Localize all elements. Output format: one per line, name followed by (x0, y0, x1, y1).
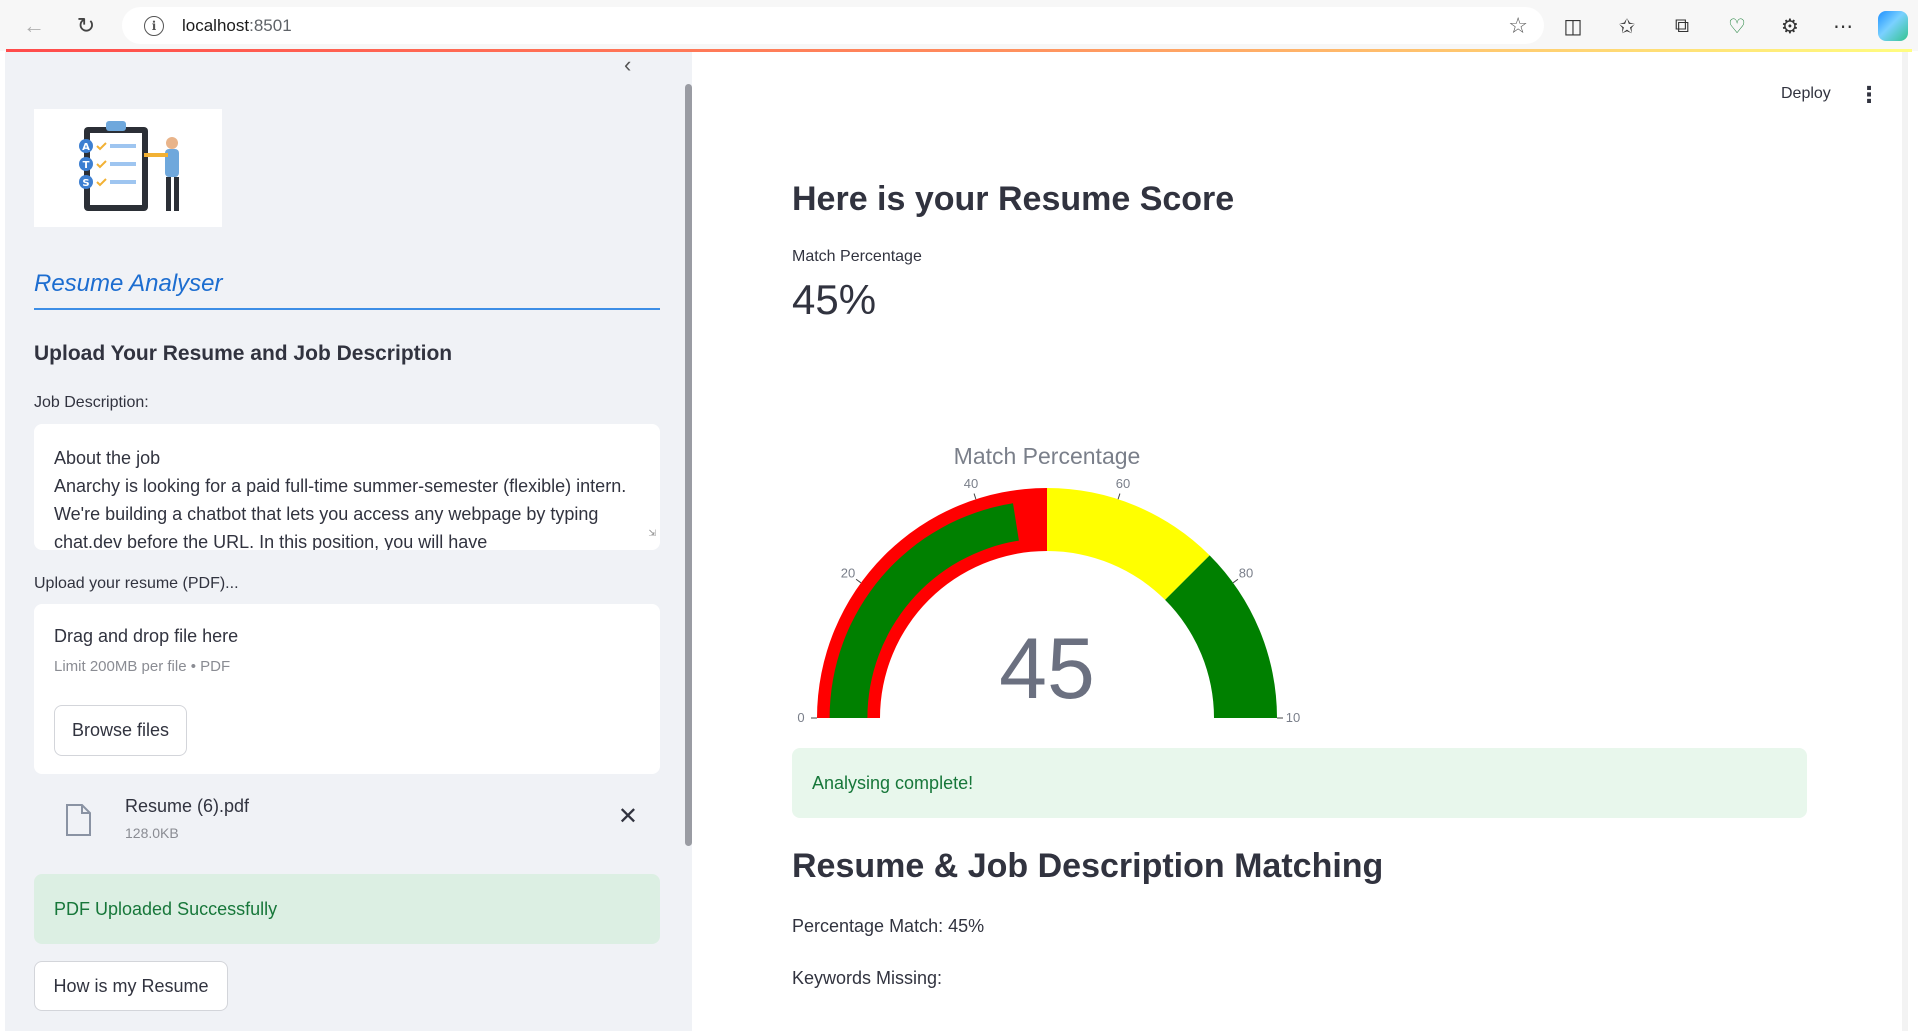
browse-files-button[interactable]: Browse files (54, 705, 187, 756)
job-description-textarea[interactable]: About the job Anarchy is looking for a p… (34, 424, 660, 550)
gauge-tick (1117, 493, 1121, 500)
copilot-icon[interactable] (1878, 11, 1908, 41)
file-icon (66, 804, 91, 836)
ats-logo-image: A T S (34, 109, 222, 227)
favorite-star-icon[interactable]: ☆ (1508, 13, 1528, 39)
deploy-button[interactable]: Deploy (1781, 85, 1831, 103)
metric-label: Match Percentage (792, 248, 922, 265)
sidebar-scrollbar[interactable] (685, 84, 692, 846)
file-name: Resume (6).pdf (125, 796, 250, 816)
dropzone-title: Drag and drop file here (54, 626, 239, 646)
gauge-tick-label: 20 (841, 565, 855, 580)
gauge-tick-label: 60 (1116, 476, 1130, 491)
job-description-text: About the job Anarchy is looking for a p… (54, 448, 627, 550)
gauge-title: Match Percentage (954, 443, 1141, 469)
resize-handle-icon[interactable]: ⇲ (648, 519, 656, 547)
site-info-icon[interactable]: i (144, 15, 164, 36)
percentage-match-text: Percentage Match: 45% (792, 916, 985, 936)
svg-text:T: T (83, 160, 90, 171)
favorites-icon[interactable]: ✩ (1610, 9, 1644, 43)
gauge-tick (973, 493, 977, 500)
upload-heading: Upload Your Resume and Job Description (34, 342, 453, 365)
gauge-tick (855, 578, 862, 584)
gauge-tick-label: 80 (1239, 565, 1253, 580)
analysis-status-alert: Analysing complete! (792, 748, 1807, 818)
matching-heading: Resume & Job Description Matching (792, 847, 1384, 885)
file-size: 128.0KB (125, 825, 179, 841)
sidebar-title: Resume Analyser (34, 270, 223, 297)
refresh-icon[interactable]: ↻ (68, 8, 104, 44)
collapse-sidebar-icon[interactable]: ‹ (624, 52, 631, 78)
back-icon[interactable]: ← (16, 8, 52, 44)
score-heading: Here is your Resume Score (792, 180, 1235, 218)
uploaded-file-item: Resume (6).pdf 128.0KB ✕ (34, 790, 660, 860)
analysis-status-text: Analysing complete! (812, 772, 974, 793)
split-screen-icon[interactable]: ◫ (1556, 9, 1590, 43)
browser-essentials-icon[interactable]: ♡ (1720, 9, 1754, 43)
kebab-menu-icon[interactable]: ⋮ (1858, 82, 1880, 108)
remove-file-icon[interactable]: ✕ (618, 802, 638, 831)
svg-text:A: A (82, 142, 90, 153)
title-divider (34, 308, 660, 310)
browser-toolbar: ← ↻ i localhost:8501 ☆ ◫ ✩ ⧉ ♡ ⚙ ⋯ (0, 0, 1918, 51)
more-icon[interactable]: ⋯ (1826, 9, 1860, 43)
match-gauge-chart: Match Percentage 0 20 40 60 80 10 45 (797, 443, 1300, 725)
gauge-tick-label: 10 (1286, 710, 1300, 725)
gauge-tick-label: 0 (797, 710, 804, 725)
main-scrollbar[interactable] (1902, 52, 1908, 1031)
how-is-my-resume-button[interactable]: How is my Resume (34, 961, 228, 1011)
sidebar: ‹ A T S Resume Analyser Upload Your Resu… (5, 52, 692, 1031)
address-bar[interactable]: i localhost:8501 ☆ (122, 7, 1544, 44)
main-content: Deploy ⋮ Here is your Resume Score Match… (692, 52, 1912, 1031)
gauge-tick-label: 40 (964, 476, 978, 491)
upload-success-alert: PDF Uploaded Successfully (34, 874, 660, 944)
url-text: localhost:8501 (182, 15, 292, 35)
upload-label: Upload your resume (PDF)... (34, 575, 239, 592)
keyword-list-item: ... (822, 1018, 838, 1031)
keywords-missing-text: Keywords Missing: (792, 968, 943, 988)
job-description-label: Job Description: (34, 394, 149, 411)
svg-text:S: S (82, 178, 89, 189)
file-dropzone[interactable]: Drag and drop file here Limit 200MB per … (34, 604, 660, 774)
metric-value: 45% (792, 276, 877, 323)
upload-success-text: PDF Uploaded Successfully (54, 898, 278, 919)
extensions-icon[interactable]: ⚙ (1773, 9, 1807, 43)
collections-icon[interactable]: ⧉ (1665, 9, 1699, 43)
gauge-tick (1232, 578, 1239, 584)
dropzone-limit: Limit 200MB per file • PDF (54, 658, 231, 675)
gauge-value-label: 45 (999, 621, 1095, 717)
